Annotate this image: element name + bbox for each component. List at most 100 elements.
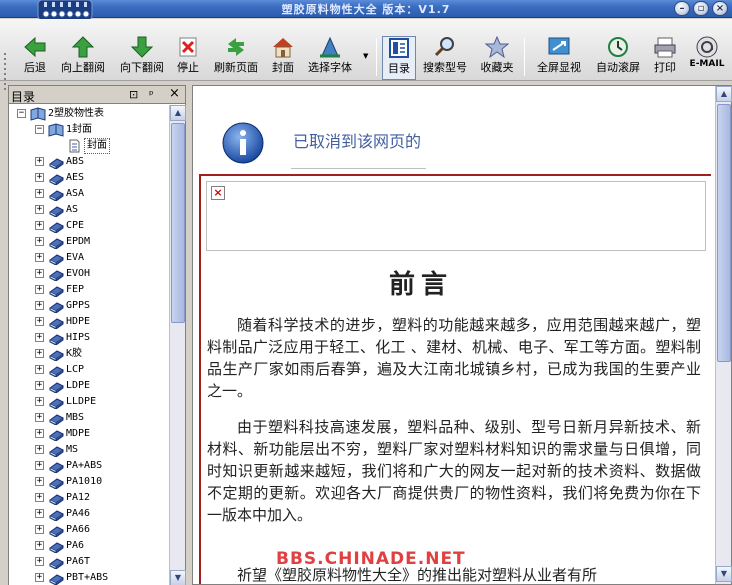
toolbar-separator xyxy=(524,38,525,76)
favorites-button[interactable]: 收藏夹 xyxy=(476,36,518,80)
expand-icon[interactable]: + xyxy=(35,253,44,262)
cancel-message: 已取消到该网页的 xyxy=(293,132,422,151)
book-closed-icon xyxy=(49,462,64,473)
expand-icon[interactable]: + xyxy=(35,461,44,470)
close-icon[interactable]: × xyxy=(712,1,728,16)
expand-icon[interactable]: + xyxy=(35,557,44,566)
page-up-button[interactable]: 向上翻阅 xyxy=(58,36,108,80)
tree-node-label: ABS xyxy=(66,156,85,167)
expand-icon[interactable]: + xyxy=(35,397,44,406)
expand-icon[interactable]: + xyxy=(35,285,44,294)
search-model-label: 搜索型号 xyxy=(423,61,467,74)
expand-icon[interactable]: + xyxy=(35,269,44,278)
content-viewer: 已取消到该网页的 × 前言 随着科学技术的进步，塑料的功能越来越多，应用范围越来… xyxy=(192,85,732,585)
preface-paragraph-1: 随着科学技术的进步，塑料的功能越来越多，应用范围越来越广，塑料制品广泛应用于轻工… xyxy=(207,316,701,400)
minimize-icon[interactable]: – xyxy=(674,1,690,16)
email-button[interactable]: E-MAIL xyxy=(686,36,728,80)
window-title: 塑胶原料物性大全 版本：V1.7 xyxy=(281,3,451,16)
stop-button[interactable]: 停止 xyxy=(172,36,204,80)
expand-icon[interactable]: + xyxy=(35,573,44,582)
expand-icon[interactable]: + xyxy=(35,525,44,534)
print-button[interactable]: 打印 xyxy=(648,36,682,80)
scroll-down-icon[interactable]: ▼ xyxy=(170,570,186,585)
collapse-icon[interactable]: − xyxy=(35,125,44,134)
tree-node-label: MS xyxy=(66,444,79,455)
tree-node-label: HDPE xyxy=(66,316,91,327)
expand-icon[interactable]: + xyxy=(35,349,44,358)
expand-icon[interactable]: + xyxy=(35,365,44,374)
scroll-down-icon[interactable]: ▼ xyxy=(716,566,732,582)
tree-node-label: 1封面 xyxy=(66,124,93,135)
book-closed-icon xyxy=(49,398,64,409)
font-dropdown-chevron-down-icon[interactable]: ▼ xyxy=(363,52,368,60)
contents-button[interactable]: 目录 xyxy=(382,36,416,80)
print-label: 打印 xyxy=(654,61,676,74)
expand-icon[interactable]: + xyxy=(35,541,44,550)
contents-label: 目录 xyxy=(388,62,410,75)
expand-icon[interactable]: + xyxy=(35,477,44,486)
back-button[interactable]: 后退 xyxy=(14,36,56,80)
expand-icon[interactable]: + xyxy=(35,493,44,502)
tree-node-label: PA+ABS xyxy=(66,460,103,471)
scroll-up-icon[interactable]: ▲ xyxy=(716,86,732,102)
preface-paragraph-2: 由于塑料科技高速发展，塑料品种、级别、型号日新月异新技术、新材料、新功能层出不穷… xyxy=(207,418,701,524)
fullscreen-button[interactable]: 全屏显视 xyxy=(532,36,586,80)
title-bar[interactable]: 塑胶原料物性大全 版本：V1.7 – ▫ × xyxy=(0,0,732,21)
tree-node-label: LDPE xyxy=(66,380,91,391)
content-area: 已取消到该网页的 × 前言 随着科学技术的进步，塑料的功能越来越多，应用范围越来… xyxy=(193,86,715,584)
expand-icon[interactable]: + xyxy=(35,317,44,326)
auto-scroll-button[interactable]: 自动滚屏 xyxy=(592,36,644,80)
expand-icon[interactable]: + xyxy=(35,205,44,214)
choose-font-button[interactable]: 选择字体 xyxy=(302,36,358,80)
panel-pin-icon[interactable]: ᵖ xyxy=(149,88,154,101)
tree-node-label: HIPS xyxy=(66,332,91,343)
scroll-thumb[interactable] xyxy=(171,123,185,323)
expand-icon[interactable]: + xyxy=(35,301,44,310)
font-icon xyxy=(320,36,340,58)
expand-icon[interactable]: + xyxy=(35,157,44,166)
refresh-button[interactable]: 刷新页面 xyxy=(208,36,264,80)
expand-icon[interactable]: + xyxy=(35,381,44,390)
cover-label: 封面 xyxy=(272,61,294,74)
expand-icon[interactable]: + xyxy=(35,221,44,230)
tree-node-label: K胶 xyxy=(66,348,83,359)
book-closed-icon xyxy=(49,366,64,377)
tree-scrollbar[interactable]: ▲ ▼ xyxy=(169,105,186,585)
tree-node-label: MDPE xyxy=(66,428,91,439)
panel-close-icon[interactable]: × xyxy=(169,86,180,101)
contents-panel: 目录 ⊡ ᵖ × −2塑胶物性表 −1封面 封面 + ABS + AES + ASA + AS + CP… xyxy=(8,85,186,585)
expand-icon[interactable]: + xyxy=(35,429,44,438)
book-closed-icon xyxy=(49,174,64,185)
book-closed-icon xyxy=(49,526,64,537)
page-down-button[interactable]: 向下翻阅 xyxy=(116,36,168,80)
stop-label: 停止 xyxy=(177,61,199,74)
restore-icon[interactable]: ▫ xyxy=(693,1,709,16)
collapse-icon[interactable]: − xyxy=(17,109,26,118)
cover-button[interactable]: 封面 xyxy=(266,36,300,80)
search-model-button[interactable]: 搜索型号 xyxy=(418,36,472,80)
auto-scroll-icon xyxy=(608,37,628,57)
expand-icon[interactable]: + xyxy=(35,173,44,182)
expand-icon[interactable]: + xyxy=(35,445,44,454)
contents-panel-title: 目录 xyxy=(11,90,36,104)
panel-float-icon[interactable]: ⊡ xyxy=(129,88,138,101)
expand-icon[interactable]: + xyxy=(35,413,44,422)
tree-node-label: PA6T xyxy=(66,556,91,567)
tree-node-label: EVOH xyxy=(66,268,91,279)
book-closed-icon xyxy=(49,494,64,505)
book-closed-icon xyxy=(49,302,64,313)
scroll-thumb[interactable] xyxy=(717,104,731,362)
expand-icon[interactable]: + xyxy=(35,189,44,198)
tree-node-label: LLDPE xyxy=(66,396,97,407)
content-scrollbar[interactable]: ▲ ▼ xyxy=(715,86,732,584)
scroll-up-icon[interactable]: ▲ xyxy=(170,105,186,121)
book-closed-icon xyxy=(49,542,64,553)
book-closed-icon xyxy=(49,222,64,233)
expand-icon[interactable]: + xyxy=(35,237,44,246)
expand-icon[interactable]: + xyxy=(35,509,44,518)
book-closed-icon xyxy=(49,238,64,249)
down-arrow-icon xyxy=(130,36,154,58)
toolbar-separator xyxy=(376,38,377,76)
expand-icon[interactable]: + xyxy=(35,333,44,342)
tree-node-label: 封面 xyxy=(84,138,110,154)
